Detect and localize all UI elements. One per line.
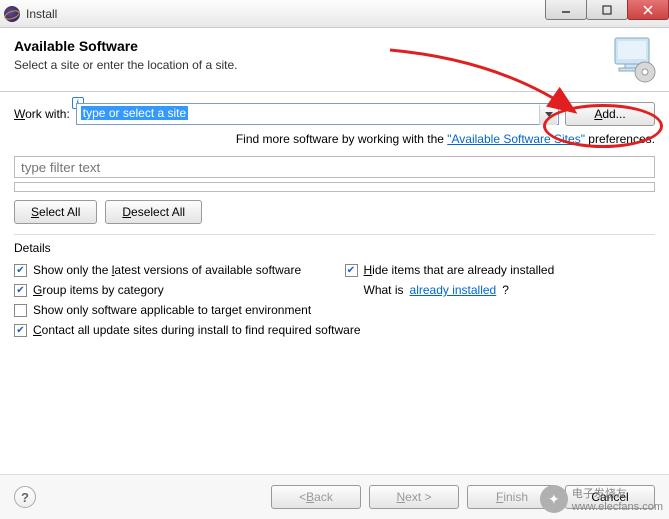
header-panel: Available Software Select a site or ente… [0,28,669,92]
filter-input[interactable] [14,156,655,178]
page-heading: Available Software [14,38,655,54]
whatis-line: What is already installed? [345,283,656,297]
chevron-down-icon[interactable] [539,105,557,125]
watermark: ✦ 电子发烧友 www.elecfans.com [540,485,663,513]
checkbox-contact[interactable] [14,324,27,337]
workwith-label: Work with: [14,107,70,121]
workwith-value: type or select a site [81,106,188,120]
back-button[interactable]: < Back [271,485,361,509]
available-sites-link[interactable]: "Available Software Sites" [447,132,585,146]
checkbox-target-label: Show only software applicable to target … [33,303,311,317]
maximize-button[interactable] [586,0,628,20]
help-icon[interactable]: ? [14,486,36,508]
checkbox-contact-label: Contact all update sites during install … [33,323,361,337]
checkbox-group-label: Group items by category [33,283,164,297]
checkbox-target[interactable] [14,304,27,317]
checkbox-hide-label: Hide items that are already installed [364,263,555,277]
close-button[interactable] [627,0,669,20]
checkbox-latest[interactable] [14,264,27,277]
install-icon [609,34,659,84]
watermark-logo-icon: ✦ [540,485,568,513]
checkbox-latest-label: Show only the latest versions of availab… [33,263,301,277]
already-installed-link[interactable]: already installed [410,283,497,297]
eclipse-icon [4,6,20,22]
next-button[interactable]: Next > [369,485,459,509]
content-area: Work with: i type or select a site AAdd.… [0,92,669,347]
workwith-combo[interactable]: type or select a site [76,103,559,125]
select-all-button[interactable]: Select All [14,200,97,224]
add-button[interactable]: AAdd...dd... [565,102,655,126]
deselect-all-button[interactable]: Deselect All [105,200,202,224]
page-subtitle: Select a site or enter the location of a… [14,58,655,72]
checkbox-group[interactable] [14,284,27,297]
checkbox-hide[interactable] [345,264,358,277]
minimize-button[interactable] [545,0,587,20]
hint-line: Find more software by working with the "… [14,130,655,156]
separator [14,234,655,235]
details-label: Details [14,241,655,255]
window-title: Install [26,7,57,21]
software-tree[interactable] [14,182,655,192]
titlebar: Install [0,0,669,28]
